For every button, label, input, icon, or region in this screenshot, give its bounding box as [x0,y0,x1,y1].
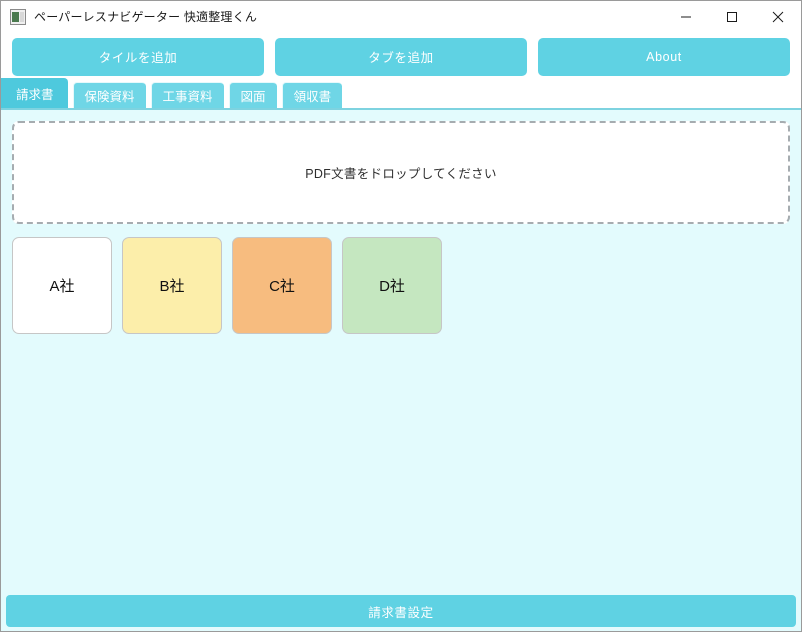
tab-construction-docs[interactable]: 工事資料 [151,82,224,108]
about-button[interactable]: About [538,38,790,76]
window-controls [663,1,801,32]
tile-list: A社 B社 C社 D社 [12,237,790,334]
content-area: PDF文書をドロップしてください A社 B社 C社 D社 [1,110,801,595]
app-document-icon [10,9,26,25]
dropzone-message: PDF文書をドロップしてください [305,163,497,182]
tab-insurance-docs[interactable]: 保険資料 [73,82,146,108]
tab-strip: 請求書 保険資料 工事資料 図面 領収書 [1,80,801,110]
tile-label: D社 [379,275,405,296]
close-icon[interactable] [755,1,801,32]
minimize-icon[interactable] [663,1,709,32]
tile-label: C社 [269,275,295,296]
pdf-dropzone[interactable]: PDF文書をドロップしてください [12,121,790,224]
tile-label: A社 [49,275,74,296]
toolbar: タイルを追加 タブを追加 About [1,33,801,80]
tab-invoice[interactable]: 請求書 [1,78,68,108]
tile-label: B社 [159,275,184,296]
tile-company-b[interactable]: B社 [122,237,222,334]
add-tile-button[interactable]: タイルを追加 [12,38,264,76]
tab-receipts[interactable]: 領収書 [282,82,343,108]
bottom-bar: 請求書設定 [1,595,801,631]
maximize-icon[interactable] [709,1,755,32]
app-window: ペーパーレスナビゲーター 快適整理くん タイルを追加 タブを追加 About 請… [0,0,802,632]
add-tab-button[interactable]: タブを追加 [275,38,527,76]
window-title: ペーパーレスナビゲーター 快適整理くん [34,8,257,25]
tile-company-d[interactable]: D社 [342,237,442,334]
tab-drawings[interactable]: 図面 [229,82,277,108]
title-bar: ペーパーレスナビゲーター 快適整理くん [1,1,801,33]
invoice-settings-button[interactable]: 請求書設定 [6,595,796,627]
tile-company-c[interactable]: C社 [232,237,332,334]
tile-company-a[interactable]: A社 [12,237,112,334]
